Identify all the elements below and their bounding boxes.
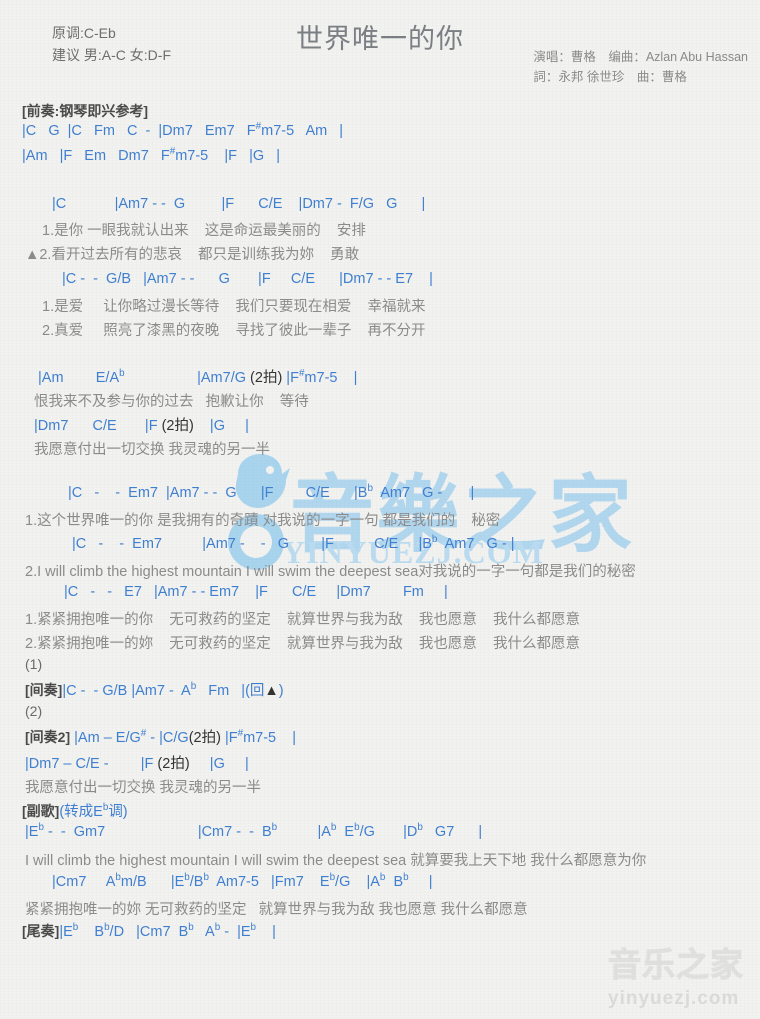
section-label-intro: [前奏:钢琴即兴参考] xyxy=(22,103,148,119)
ending-marker-2: (2) xyxy=(25,703,43,719)
lyric-line-verse2-2: 2.真爱 照亮了漆黑的夜晚 寻找了彼此一辈子 再不分开 xyxy=(42,323,426,339)
ending-marker-1: (1) xyxy=(25,656,43,672)
lyric-line-interlude2: 我愿意付出一切交换 我灵魂的另一半 xyxy=(25,780,262,796)
chord-line-modulated-2: |Cm7 Abm/B |Eb/Bb Am7-5 |Fm7 Eb/G |Ab Bb… xyxy=(52,872,433,890)
credits: 演唱：曹格 编曲：Azlan Abu Hassan 詞：永邦 徐世珍 曲：曹格 xyxy=(533,47,748,87)
interlude2-chords: |Am – E/G# - |C/G(2拍) |F#m7-5 | xyxy=(70,728,296,746)
credit-performer-arranger: 演唱：曹格 编曲：Azlan Abu Hassan xyxy=(533,50,748,64)
chord-line-interlude2-1: [间奏2] |Am – E/G# - |C/G(2拍) |F#m7-5 | xyxy=(25,726,296,747)
section-label-outro: [尾奏] xyxy=(22,923,60,939)
lyric-line-modulated-1: I will climb the highest mountain I will… xyxy=(25,853,647,869)
chord-line-intro-2: |Am |F Em Dm7 F#m7-5 |F |G | xyxy=(22,146,280,164)
chord-line-chorus-2: |C - - Em7 |Am7 - - G |F C/E |Bb Am7 G -… xyxy=(72,534,515,552)
chord-line-chorus-3: |C - - E7 |Am7 - - Em7 |F C/E |Dm7 Fm | xyxy=(64,584,448,600)
lyric-line-prechorus-2: 我愿意付出一切交换 我灵魂的另一半 xyxy=(34,442,271,458)
lyric-line-chorus-3: 1.紧紧拥抱唯一的你 无可救药的坚定 就算世界与我为敌 我也愿意 我什么都愿意 xyxy=(25,612,581,628)
chord-line-prechorus-1: |Am E/Ab |Am7/G (2拍) |F#m7-5 | xyxy=(38,368,358,386)
lyric-line-verse1-1: 1.是你 一眼我就认出来 这是命运最美丽的 安排 xyxy=(42,223,366,239)
lyric-line-verse1-2: ▲2.看开过去所有的悲哀 都只是训练我为妳 勇敢 xyxy=(25,247,360,263)
interlude-chords: |C - - G/B |Am7 - Ab Fm |(回▲) xyxy=(62,681,284,699)
chord-line-interlude2-2: |Dm7 – C/E - |F (2拍) |G | xyxy=(25,756,249,772)
chorus-key-note: (转成Eb调) xyxy=(59,802,128,820)
chord-line-chorus-1: |C - - Em7 |Am7 - - G |F C/E |Bb Am7 G -… xyxy=(68,483,475,501)
chord-line-verse1-1: |C |Am7 - - G |F C/E |Dm7 - F/G G | xyxy=(52,196,426,212)
lyric-line-chorus-4: 2.紧紧拥抱唯一的妳 无可救药的坚定 就算世界与我为敌 我也愿意 我什么都愿意 xyxy=(25,636,581,652)
section-label-interlude: [间奏] xyxy=(25,682,63,698)
chord-sheet: 原调:C-Eb 建议 男:A-C 女:D-F 世界唯一的你 演唱：曹格 编曲：A… xyxy=(0,0,760,1019)
section-label-interlude2: [间奏2] xyxy=(25,729,71,745)
section-label-chorus: [副歌] xyxy=(22,803,60,819)
chord-line-prechorus-2: |Dm7 C/E |F (2拍) |G | xyxy=(34,418,249,434)
chord-line-interlude: [间奏]|C - - G/B |Am7 - Ab Fm |(回▲) xyxy=(25,679,284,700)
chord-line-verse2-1: |C - - G/B |Am7 - - G |F C/E |Dm7 - - E7… xyxy=(62,271,433,287)
chord-line-outro: [尾奏]|Eb Bb/D |Cm7 Bb Ab - |Eb | xyxy=(22,921,276,941)
chorus-key-change-label: [副歌](转成Eb调) xyxy=(22,800,128,821)
lyric-line-verse2-1: 1.是爱 让你略过漫长等待 我们只要现在相爱 幸福就来 xyxy=(42,299,426,315)
lyric-line-chorus-2: 2.I will climb the highest mountain I wi… xyxy=(25,564,636,580)
lyric-line-chorus-1: 1.这个世界唯一的你 是我拥有的奇蹟 对我说的一字一句 都是我们的 秘密 xyxy=(25,513,501,529)
lyric-line-modulated-2: 紧紧拥抱唯一的妳 无可救药的坚定 就算世界与我为敌 我也愿意 我什么都愿意 xyxy=(25,902,528,918)
chord-line-intro-1: |C G |C Fm C - |Dm7 Em7 F#m7-5 Am | xyxy=(22,121,344,139)
chord-line-modulated-1: |Eb - - Gm7 |Cm7 - - Bb |Ab Eb/G |Db G7 … xyxy=(25,822,483,840)
outro-chords: |Eb Bb/D |Cm7 Bb Ab - |Eb | xyxy=(59,922,276,940)
lyric-line-prechorus-1: 恨我来不及参与你的过去 抱歉让你 等待 xyxy=(34,394,309,410)
credit-lyricist-composer: 詞：永邦 徐世珍 曲：曹格 xyxy=(533,70,687,84)
